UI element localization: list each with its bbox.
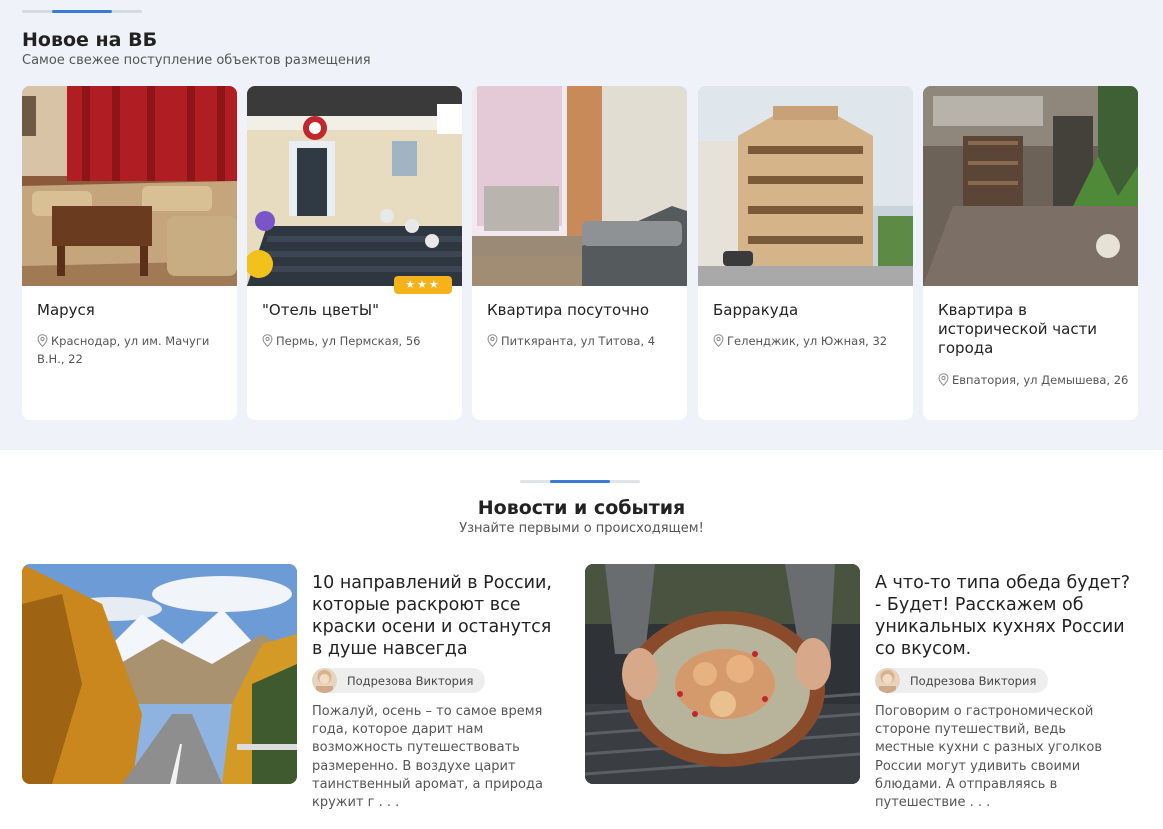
apartment-room-photo[interactable] <box>472 86 687 286</box>
listing-name[interactable]: Квартира в исторической части города <box>938 301 1128 358</box>
listing-card[interactable]: Квартира посуточно Питкяранта, ул Титова… <box>472 86 687 420</box>
soup-bowl-photo[interactable] <box>585 564 860 784</box>
author-chip[interactable]: Подрезова Виктория <box>312 668 486 693</box>
listing-address: Евпатория, ул Демышева, 26 <box>938 371 1130 389</box>
listing-address: Питкяранта, ул Титова, 4 <box>487 332 679 350</box>
article-title[interactable]: А что-то типа обеда будет? - Будет! Расс… <box>875 572 1130 660</box>
listing-address: Краснодар, ул им. Мачуги В.Н., 22 <box>37 332 229 368</box>
listing-card[interactable]: ★★★ "Отель цветЫ" Пермь, ул Пермская, 56 <box>247 86 462 420</box>
author-chip[interactable]: Подрезова Виктория <box>875 668 1049 693</box>
author-name: Подрезова Виктория <box>347 673 474 688</box>
address-text: Питкяранта, ул Титова, 4 <box>501 334 656 348</box>
section-divider-accent <box>52 10 112 13</box>
avatar <box>875 668 900 693</box>
listing-name[interactable]: "Отель цветЫ" <box>262 301 452 320</box>
location-pin-icon <box>713 334 724 347</box>
location-pin-icon <box>938 373 949 386</box>
courtyard-photo[interactable] <box>923 86 1138 286</box>
listing-name[interactable]: Квартира посуточно <box>487 301 677 320</box>
listing-card[interactable]: Маруся Краснодар, ул им. Мачуги В.Н., 22 <box>22 86 237 420</box>
listing-address: Геленджик, ул Южная, 32 <box>713 332 905 350</box>
article-excerpt: Поговорим о гастрономической стороне пут… <box>875 704 1102 811</box>
address-text: Пермь, ул Пермская, 56 <box>276 334 421 348</box>
avatar <box>312 668 337 693</box>
address-text: Краснодар, ул им. Мачуги В.Н., 22 <box>37 334 210 366</box>
section-title: Новое на ВБ <box>22 29 158 51</box>
article-excerpt: Пожалуй, осень – то самое время года, ко… <box>312 704 543 811</box>
hotel-building-photo[interactable] <box>698 86 913 286</box>
new-listings-section: Новое на ВБ Самое свежее поступление объ… <box>0 0 1163 450</box>
section-title: Новости и события <box>477 497 686 519</box>
hotel-entrance-photo[interactable] <box>247 86 462 286</box>
location-pin-icon <box>262 334 273 347</box>
section-subtitle: Узнайте первыми о происходящем! <box>459 521 704 536</box>
article-title[interactable]: 10 направлений в России, которые раскрою… <box>312 572 567 660</box>
autumn-road-photo[interactable] <box>22 564 297 784</box>
listing-card[interactable]: Барракуда Геленджик, ул Южная, 32 <box>698 86 913 420</box>
section-subtitle: Самое свежее поступление объектов размещ… <box>22 53 371 68</box>
living-room-photo[interactable] <box>22 86 237 286</box>
section-divider-accent <box>550 480 610 483</box>
author-name: Подрезова Виктория <box>910 673 1037 688</box>
address-text: Геленджик, ул Южная, 32 <box>727 334 888 348</box>
listing-card[interactable]: Квартира в исторической части города Евп… <box>923 86 1138 420</box>
star-rating-badge: ★★★ <box>394 276 452 294</box>
address-text: Евпатория, ул Демышева, 26 <box>952 373 1129 387</box>
location-pin-icon <box>487 334 498 347</box>
listing-address: Пермь, ул Пермская, 56 <box>262 332 454 350</box>
listing-name[interactable]: Барракуда <box>713 301 903 320</box>
listing-name[interactable]: Маруся <box>37 301 227 320</box>
location-pin-icon <box>37 334 48 347</box>
